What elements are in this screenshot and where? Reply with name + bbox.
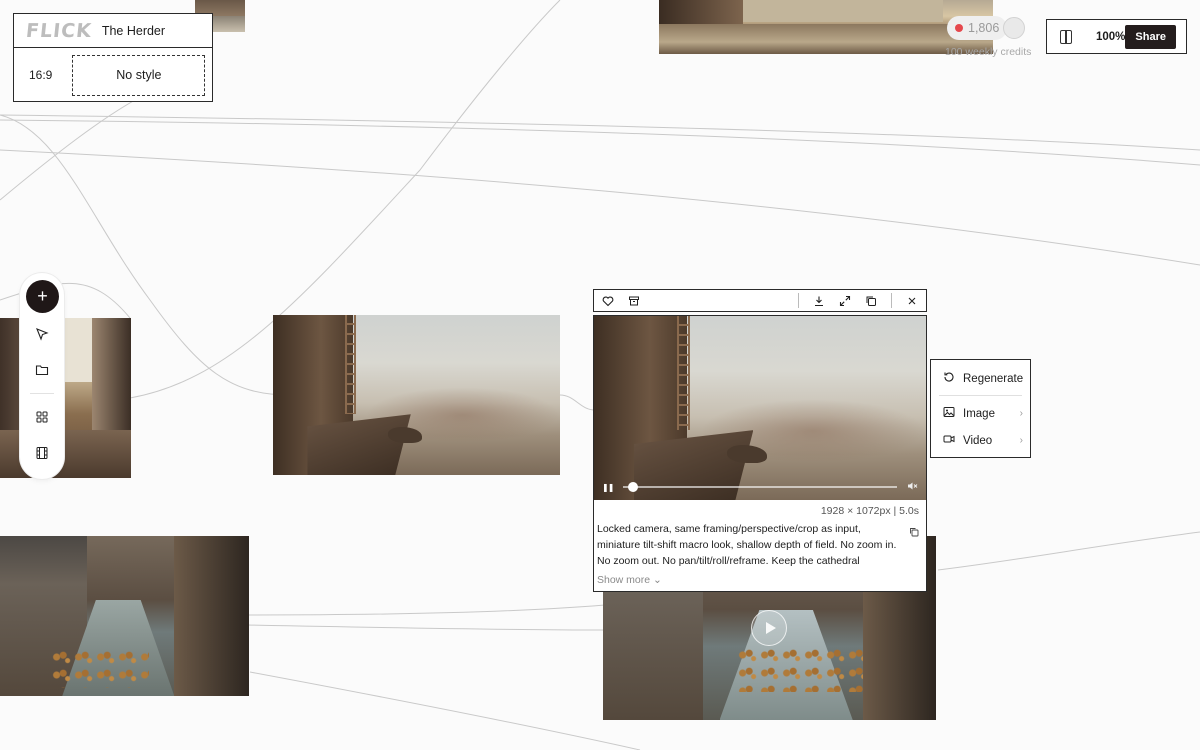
menu-item-label: Regenerate — [963, 372, 1024, 385]
show-more-link[interactable]: Show more ⌄ — [597, 574, 662, 586]
node-canvas[interactable]: ❚❚ 1928 × 1072px | 5.0s Locked camera, s… — [0, 0, 1200, 750]
play-button[interactable] — [751, 610, 787, 646]
toolbar-divider — [30, 393, 54, 394]
top-right-toolbar: 100% Share — [1046, 19, 1187, 54]
node-details-panel: 1928 × 1072px | 5.0s Locked camera, same… — [593, 500, 927, 592]
selected-video-node[interactable]: ❚❚ — [593, 315, 927, 501]
video-dimensions: 1928 × 1072px | 5.0s — [820, 505, 919, 517]
duplicate-icon[interactable] — [865, 295, 877, 307]
node-toolbar — [593, 289, 927, 312]
menu-item-label: Image — [963, 407, 995, 420]
side-panel-icon[interactable] — [1060, 29, 1072, 44]
heart-icon[interactable] — [602, 295, 614, 307]
prompt-text: Locked camera, same framing/perspective/… — [597, 523, 897, 567]
menu-item-regenerate[interactable]: Regenerate — [943, 371, 1023, 386]
plus-icon: + — [37, 286, 48, 306]
film-icon[interactable] — [34, 445, 50, 461]
archive-icon[interactable] — [628, 295, 640, 307]
menu-item-video[interactable]: Video › — [943, 433, 1023, 448]
video-progress-bar[interactable] — [623, 482, 897, 492]
style-selector[interactable]: No style — [72, 54, 206, 96]
expand-icon[interactable] — [839, 295, 851, 307]
menu-item-image[interactable]: Image › — [943, 406, 1023, 421]
weekly-credits-label: 100 weekly credits — [945, 46, 1032, 58]
folder-icon[interactable] — [34, 362, 50, 378]
pause-icon[interactable]: ❚❚ — [602, 483, 614, 492]
progress-handle[interactable] — [627, 482, 638, 492]
project-card: FLICK The Herder 16:9 No style — [13, 13, 213, 102]
image-node-canal-left[interactable] — [0, 536, 249, 696]
menu-item-label: Video — [963, 434, 993, 447]
zoom-level[interactable]: 100% — [1096, 31, 1125, 43]
cursor-icon[interactable] — [34, 326, 50, 342]
credits-indicator[interactable]: 1,806 — [947, 14, 1008, 42]
chevron-right-icon: › — [1019, 435, 1023, 446]
share-button[interactable]: Share — [1125, 24, 1176, 49]
image-node-cathedral[interactable] — [273, 315, 560, 475]
image-icon — [943, 406, 955, 421]
video-icon — [943, 433, 955, 448]
chevron-right-icon: › — [1019, 408, 1023, 419]
project-title[interactable]: The Herder — [102, 24, 165, 38]
credits-count: 1,806 — [968, 21, 1000, 35]
menu-divider — [939, 395, 1022, 396]
aspect-ratio-selector[interactable]: 16:9 — [29, 68, 52, 82]
video-player-controls: ❚❚ — [594, 474, 926, 500]
toolbar-divider — [798, 293, 799, 308]
refresh-icon — [943, 371, 955, 386]
show-more-label: Show more — [597, 574, 651, 586]
style-label: No style — [116, 68, 162, 82]
grid-icon[interactable] — [34, 409, 50, 425]
mute-icon[interactable] — [907, 481, 918, 494]
left-toolbar: + — [20, 273, 64, 479]
add-node-button[interactable]: + — [26, 280, 59, 313]
avatar[interactable] — [1003, 17, 1025, 39]
chevron-down-icon: ⌄ — [653, 574, 662, 586]
app-logo[interactable]: FLICK — [25, 20, 93, 42]
close-icon[interactable] — [906, 295, 918, 307]
copy-icon[interactable] — [909, 524, 919, 537]
image-node-street-top[interactable] — [659, 0, 993, 54]
credit-dot-icon — [955, 24, 963, 32]
toolbar-divider — [891, 293, 892, 308]
generate-context-menu: Regenerate Image › Video › — [930, 359, 1031, 458]
download-icon[interactable] — [813, 295, 825, 307]
